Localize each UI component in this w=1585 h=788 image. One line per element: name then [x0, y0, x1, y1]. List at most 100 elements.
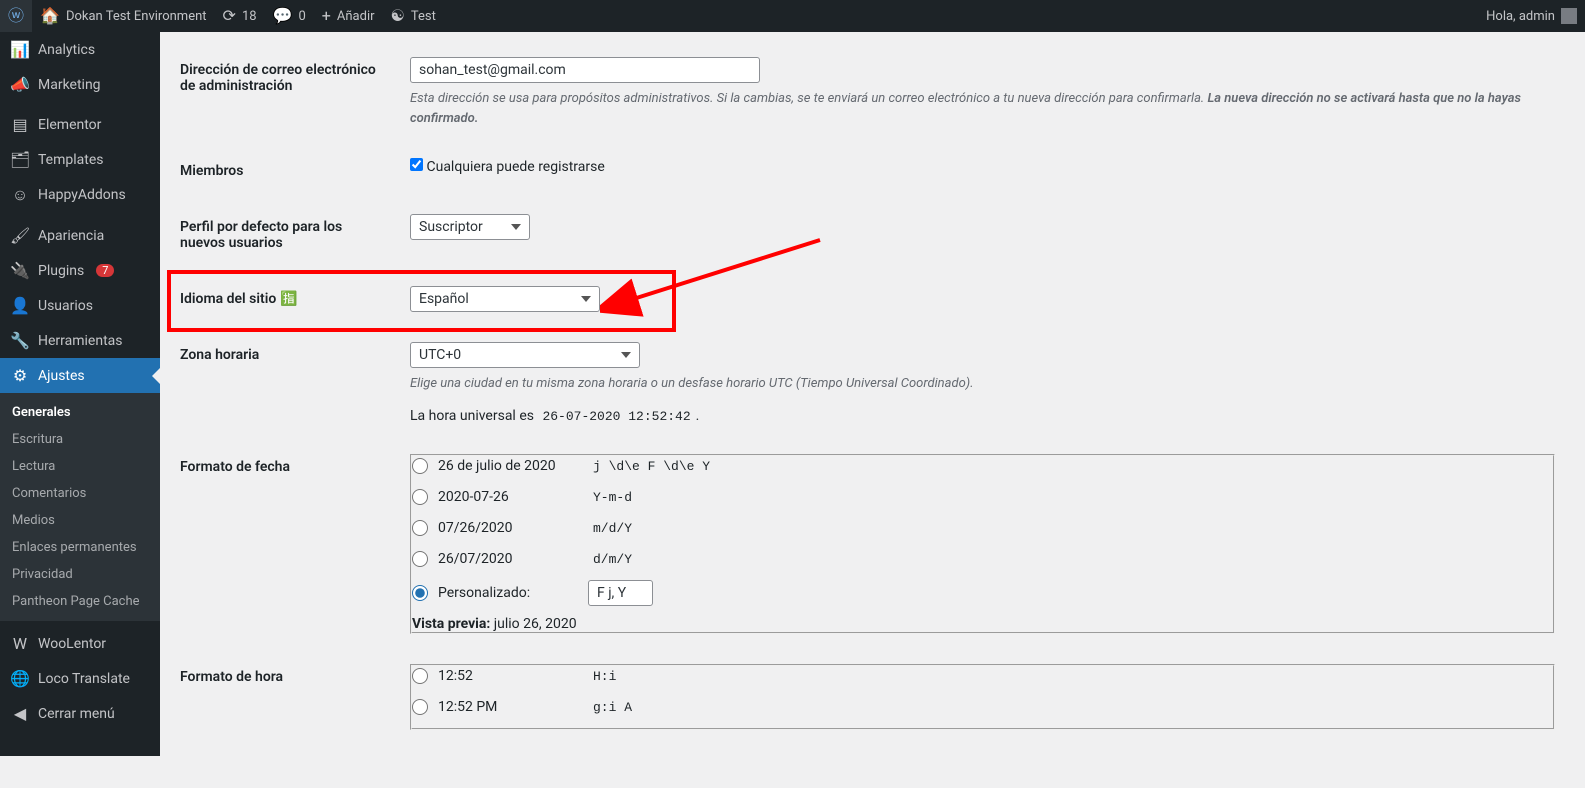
- menu-icon: W: [10, 634, 30, 653]
- badge: 7: [96, 264, 114, 277]
- menu-item-analytics[interactable]: 📊 Analytics: [0, 32, 160, 67]
- new-content-link[interactable]: +Añadir: [314, 0, 383, 32]
- default-role-label: Perfil por defecto para los nuevos usuar…: [180, 199, 400, 271]
- date-format-display: 07/26/2020: [438, 520, 578, 536]
- date-format-display: 26/07/2020: [438, 551, 578, 567]
- menu-item-happyaddons[interactable]: ☺ HappyAddons: [0, 177, 160, 213]
- plus-icon: +: [322, 8, 331, 24]
- test-link[interactable]: ☯Test: [383, 0, 444, 32]
- submenu-item-medios[interactable]: Medios: [0, 507, 160, 534]
- menu-icon: 🖌: [10, 226, 30, 245]
- date-format-options: 26 de julio de 2020j \d\e F \d\e Y 2020-0…: [410, 454, 1555, 634]
- translate-icon: 🈯: [280, 291, 297, 307]
- menu-item-cerrar-menú[interactable]: ◀Cerrar menú: [0, 696, 160, 731]
- time-format-radio[interactable]: [412, 668, 428, 684]
- date-format-option[interactable]: 2020-07-26 Y-m-d: [412, 487, 1553, 508]
- menu-item-loco-translate[interactable]: 🌐Loco Translate: [0, 661, 160, 696]
- time-format-code: g:i A: [588, 697, 637, 718]
- admin-bar: ⓦ 🏠Dokan Test Environment ⟳ 18 💬0 +Añadir…: [0, 0, 1585, 32]
- menu-item-templates[interactable]: 🗂 Templates: [0, 142, 160, 177]
- date-format-radio[interactable]: [412, 520, 428, 536]
- menu-icon: 🔧: [10, 331, 30, 350]
- greeting: Hola, admin: [1486, 9, 1555, 24]
- time-format-label: Formato de hora: [180, 649, 400, 745]
- menu-label: Plugins: [38, 263, 84, 279]
- menu-icon: 👤: [10, 296, 30, 315]
- membership-checkbox-label[interactable]: Cualquiera puede registrarse: [410, 159, 605, 175]
- menu-label: Apariencia: [38, 228, 104, 244]
- time-format-display: 12:52 PM: [438, 699, 578, 715]
- account-link[interactable]: Hola, admin: [1486, 8, 1585, 24]
- date-format-code: m/d/Y: [588, 518, 637, 539]
- wp-logo[interactable]: ⓦ: [0, 0, 32, 32]
- time-format-option[interactable]: 12:52H:i: [412, 666, 1553, 687]
- menu-label: Templates: [38, 152, 104, 168]
- updates-link[interactable]: ⟳ 18: [215, 0, 265, 32]
- membership-checkbox[interactable]: [410, 158, 423, 171]
- menu-icon: 📊: [10, 40, 30, 59]
- site-name-link[interactable]: 🏠Dokan Test Environment: [32, 0, 215, 32]
- menu-icon: 🗂: [10, 150, 30, 169]
- date-format-option[interactable]: 07/26/2020 m/d/Y: [412, 518, 1553, 539]
- menu-label: Loco Translate: [38, 671, 130, 687]
- settings-submenu: GeneralesEscrituraLecturaComentariosMedi…: [0, 393, 160, 621]
- menu-item-elementor[interactable]: ▤Elementor: [0, 107, 160, 142]
- updates-icon: ⟳: [223, 8, 236, 24]
- menu-item-apariencia[interactable]: 🖌 Apariencia: [0, 218, 160, 253]
- date-format-label: Formato de fecha: [180, 439, 400, 649]
- menu-label: HappyAddons: [38, 187, 126, 203]
- date-format-code: d/m/Y: [588, 549, 637, 570]
- menu-label: Analytics: [38, 42, 95, 58]
- menu-label: Usuarios: [38, 298, 93, 314]
- timezone-label: Zona horaria: [180, 327, 400, 439]
- date-format-radio[interactable]: [412, 489, 428, 505]
- date-format-radio[interactable]: [412, 551, 428, 567]
- site-name: Dokan Test Environment: [66, 9, 207, 24]
- date-format-custom[interactable]: Personalizado:: [412, 580, 1553, 606]
- date-format-radio[interactable]: [412, 458, 428, 474]
- timezone-select[interactable]: UTC+0: [410, 342, 640, 368]
- menu-label: Ajustes: [38, 368, 85, 384]
- utc-time: La hora universal es 26-07-2020 12:52:42…: [410, 408, 1555, 424]
- test-icon: ☯: [391, 8, 405, 24]
- date-format-custom-input[interactable]: [588, 580, 653, 606]
- submenu-item-privacidad[interactable]: Privacidad: [0, 561, 160, 588]
- time-format-option[interactable]: 12:52 PM g:i A: [412, 697, 1553, 718]
- submenu-item-escritura[interactable]: Escritura: [0, 426, 160, 453]
- date-format-code: Y-m-d: [588, 487, 637, 508]
- default-role-select[interactable]: Suscriptor: [410, 214, 530, 240]
- submenu-item-pantheon-page-cache[interactable]: Pantheon Page Cache: [0, 588, 160, 615]
- site-language-label: Idioma del sitio🈯: [180, 271, 400, 327]
- menu-label: Marketing: [38, 77, 101, 93]
- menu-item-ajustes[interactable]: ⚙Ajustes: [0, 358, 160, 393]
- menu-item-usuarios[interactable]: 👤 Usuarios: [0, 288, 160, 323]
- menu-item-herramientas[interactable]: 🔧Herramientas: [0, 323, 160, 358]
- submenu-item-enlaces-permanentes[interactable]: Enlaces permanentes: [0, 534, 160, 561]
- submenu-item-comentarios[interactable]: Comentarios: [0, 480, 160, 507]
- membership-label: Miembros: [180, 143, 400, 199]
- menu-icon: ☺: [10, 185, 30, 205]
- comments-link[interactable]: 💬0: [265, 0, 314, 32]
- admin-email-input[interactable]: [410, 57, 760, 83]
- submenu-item-lectura[interactable]: Lectura: [0, 453, 160, 480]
- updates-count: 18: [242, 9, 257, 24]
- menu-icon: 🔌: [10, 261, 30, 280]
- date-format-display: 26 de julio de 2020: [438, 458, 578, 474]
- admin-sidebar: 📊 Analytics 📣Marketing ▤Elementor 🗂 Templates…: [0, 32, 160, 756]
- date-format-custom-label: Personalizado:: [438, 585, 578, 601]
- date-format-custom-radio[interactable]: [412, 585, 428, 601]
- menu-item-plugins[interactable]: 🔌 Plugins 7: [0, 253, 160, 288]
- site-language-select[interactable]: Español: [410, 286, 600, 312]
- date-format-option[interactable]: 26/07/2020 d/m/Y: [412, 549, 1553, 570]
- time-format-radio[interactable]: [412, 699, 428, 715]
- menu-item-marketing[interactable]: 📣Marketing: [0, 67, 160, 102]
- date-format-option[interactable]: 26 de julio de 2020j \d\e F \d\e Y: [412, 456, 1553, 477]
- timezone-desc: Elige una ciudad en tu misma zona horari…: [410, 374, 1555, 394]
- submenu-item-generales[interactable]: Generales: [0, 399, 160, 426]
- menu-label: WooLentor: [38, 636, 106, 652]
- time-format-options: 12:52H:i 12:52 PM g:i A: [410, 664, 1555, 730]
- date-format-display: 2020-07-26: [438, 489, 578, 505]
- menu-item-woolentor[interactable]: W WooLentor: [0, 626, 160, 661]
- time-format-display: 12:52: [438, 668, 578, 684]
- comments-count: 0: [298, 9, 305, 24]
